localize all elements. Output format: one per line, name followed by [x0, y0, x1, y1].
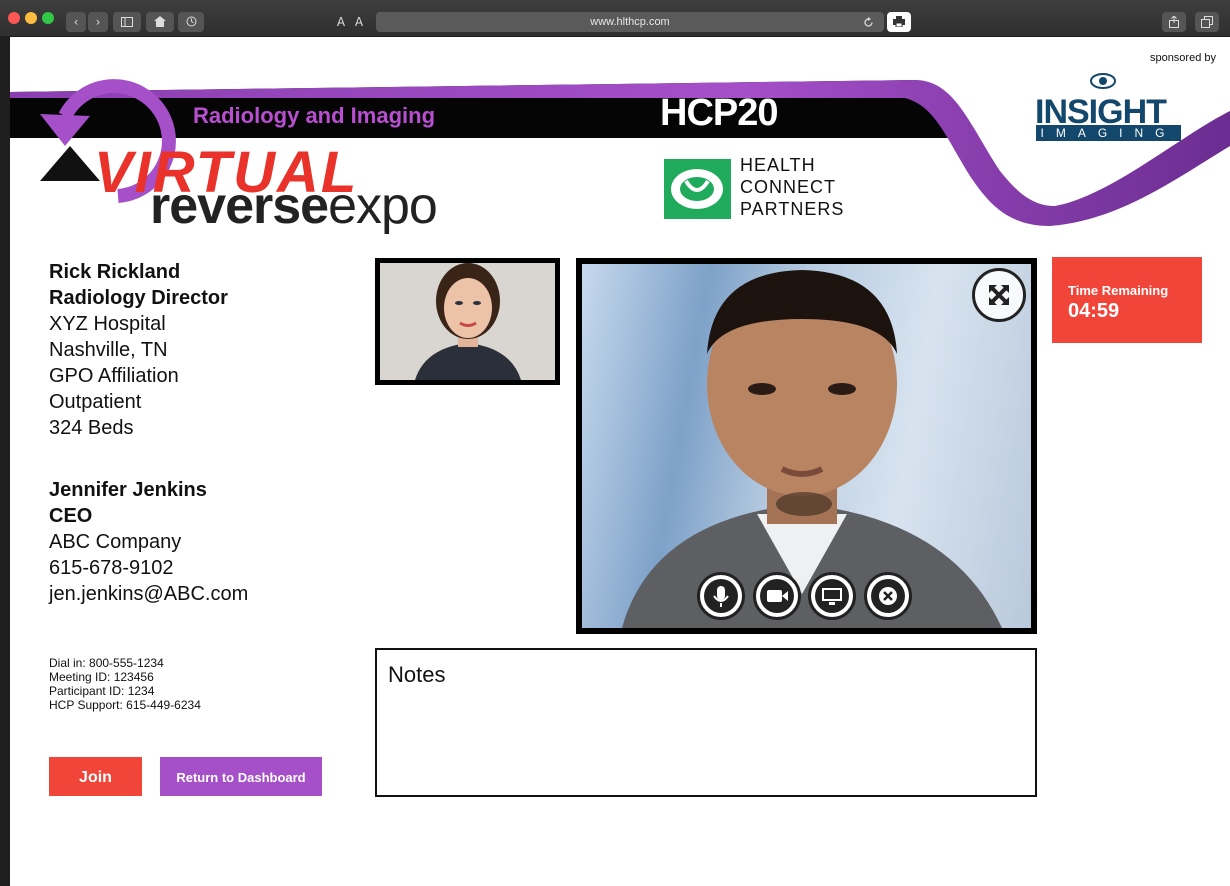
- participant-id: Participant ID: 1234: [49, 684, 155, 698]
- attendee-organization: XYZ Hospital: [49, 313, 166, 335]
- vendor-phone: 615-678-9102: [49, 557, 174, 579]
- vendor-info: Jennifer Jenkins CEO ABC Company 615-678…: [49, 477, 248, 607]
- expand-icon: [989, 285, 1009, 305]
- woman-portrait-image: [380, 263, 555, 380]
- health-connect-partners-text: HEALTH CONNECT PARTNERS: [740, 154, 844, 220]
- address-bar[interactable]: www.hlthcp.com: [376, 12, 884, 32]
- self-video-thumbnail[interactable]: [375, 258, 560, 385]
- microphone-button[interactable]: [697, 572, 745, 620]
- return-to-dashboard-button[interactable]: Return to Dashboard: [160, 757, 322, 796]
- tabs-button[interactable]: [1195, 12, 1219, 32]
- dial-info: Dial in: 800-555-1234 Meeting ID: 123456…: [49, 656, 201, 712]
- sidebar-icon: [121, 17, 133, 27]
- attendee-info: Rick Rickland Radiology Director XYZ Hos…: [49, 259, 228, 441]
- printer-icon: [893, 16, 905, 28]
- partner-line-2: CONNECT: [740, 177, 836, 197]
- insight-eye-icon: [1090, 73, 1116, 89]
- attendee-location: Nashville, TN: [49, 339, 168, 361]
- main-video-feed[interactable]: [576, 258, 1037, 634]
- end-call-icon: [879, 587, 897, 605]
- microphone-icon: [713, 586, 729, 607]
- attendee-setting: Outpatient: [49, 391, 142, 413]
- health-connect-logo-icon: [664, 159, 731, 219]
- share-button[interactable]: [1162, 12, 1186, 32]
- sidebar-button[interactable]: [113, 12, 141, 32]
- print-button[interactable]: [887, 12, 911, 32]
- attendee-affiliation: GPO Affiliation: [49, 365, 179, 387]
- man-portrait-image: [622, 270, 1002, 628]
- forward-button[interactable]: ›: [88, 12, 108, 32]
- notes-panel: Notes: [375, 648, 1037, 797]
- logo-expo: expo: [328, 177, 438, 235]
- camera-button[interactable]: [753, 572, 801, 620]
- partner-line-3: PARTNERS: [740, 199, 845, 219]
- time-remaining-value: 04:59: [1068, 300, 1120, 322]
- logo-reverse: reverse: [150, 177, 329, 235]
- window-left-edge: [0, 36, 10, 886]
- notes-title: Notes: [388, 662, 446, 687]
- attendee-title: Radiology Director: [49, 287, 228, 309]
- vendor-company: ABC Company: [49, 531, 182, 553]
- attendee-beds: 324 Beds: [49, 417, 134, 439]
- chevron-left-icon: ‹: [73, 15, 79, 29]
- browser-toolbar: ‹ › A A www.hlthcp.com: [0, 0, 1230, 37]
- hcp20-logo: HCP20: [660, 92, 778, 134]
- reload-icon[interactable]: [863, 17, 874, 28]
- attendee-name: Rick Rickland: [49, 261, 181, 283]
- time-remaining-panel: Time Remaining 04:59: [1052, 257, 1202, 343]
- support-number: HCP Support: 615-449-6234: [49, 698, 201, 712]
- notes-textarea[interactable]: [388, 694, 1022, 792]
- history-button[interactable]: [178, 12, 204, 32]
- join-button[interactable]: Join: [49, 757, 142, 796]
- partner-line-1: HEALTH: [740, 155, 816, 175]
- home-icon: [154, 16, 166, 27]
- share-icon: [1169, 15, 1179, 28]
- zoom-window-button[interactable]: [42, 12, 54, 24]
- meeting-id: Meeting ID: 123456: [49, 670, 154, 684]
- text-smaller-button[interactable]: A: [332, 12, 350, 32]
- vendor-name: Jennifer Jenkins: [49, 479, 207, 501]
- imaging-logo-bar: IMAGING: [1036, 125, 1181, 141]
- back-button[interactable]: ‹: [66, 12, 86, 32]
- minimize-window-button[interactable]: [25, 12, 37, 24]
- event-subtitle: Radiology and Imaging: [193, 103, 436, 128]
- close-window-button[interactable]: [8, 12, 20, 24]
- vendor-email[interactable]: jen.jenkins@ABC.com: [49, 581, 248, 607]
- dial-in-number: Dial in: 800-555-1234: [49, 656, 164, 670]
- reverse-expo-logo: reverseexpo: [150, 177, 438, 235]
- camera-icon: [767, 590, 788, 602]
- time-remaining-label: Time Remaining: [1068, 283, 1169, 298]
- clock-icon: [186, 16, 196, 27]
- end-call-button[interactable]: [864, 572, 912, 620]
- screen-share-button[interactable]: [808, 572, 856, 620]
- text-larger-button[interactable]: A: [350, 12, 368, 32]
- sponsored-by-label: sponsored by: [1149, 52, 1216, 64]
- tabs-icon: [1201, 16, 1213, 28]
- expand-fullscreen-button[interactable]: [972, 268, 1026, 322]
- vendor-title: CEO: [49, 505, 93, 527]
- url-text: www.hlthcp.com: [590, 16, 670, 28]
- home-button[interactable]: [146, 12, 174, 32]
- chevron-right-icon: ›: [95, 15, 101, 29]
- screen-share-icon: [822, 588, 842, 605]
